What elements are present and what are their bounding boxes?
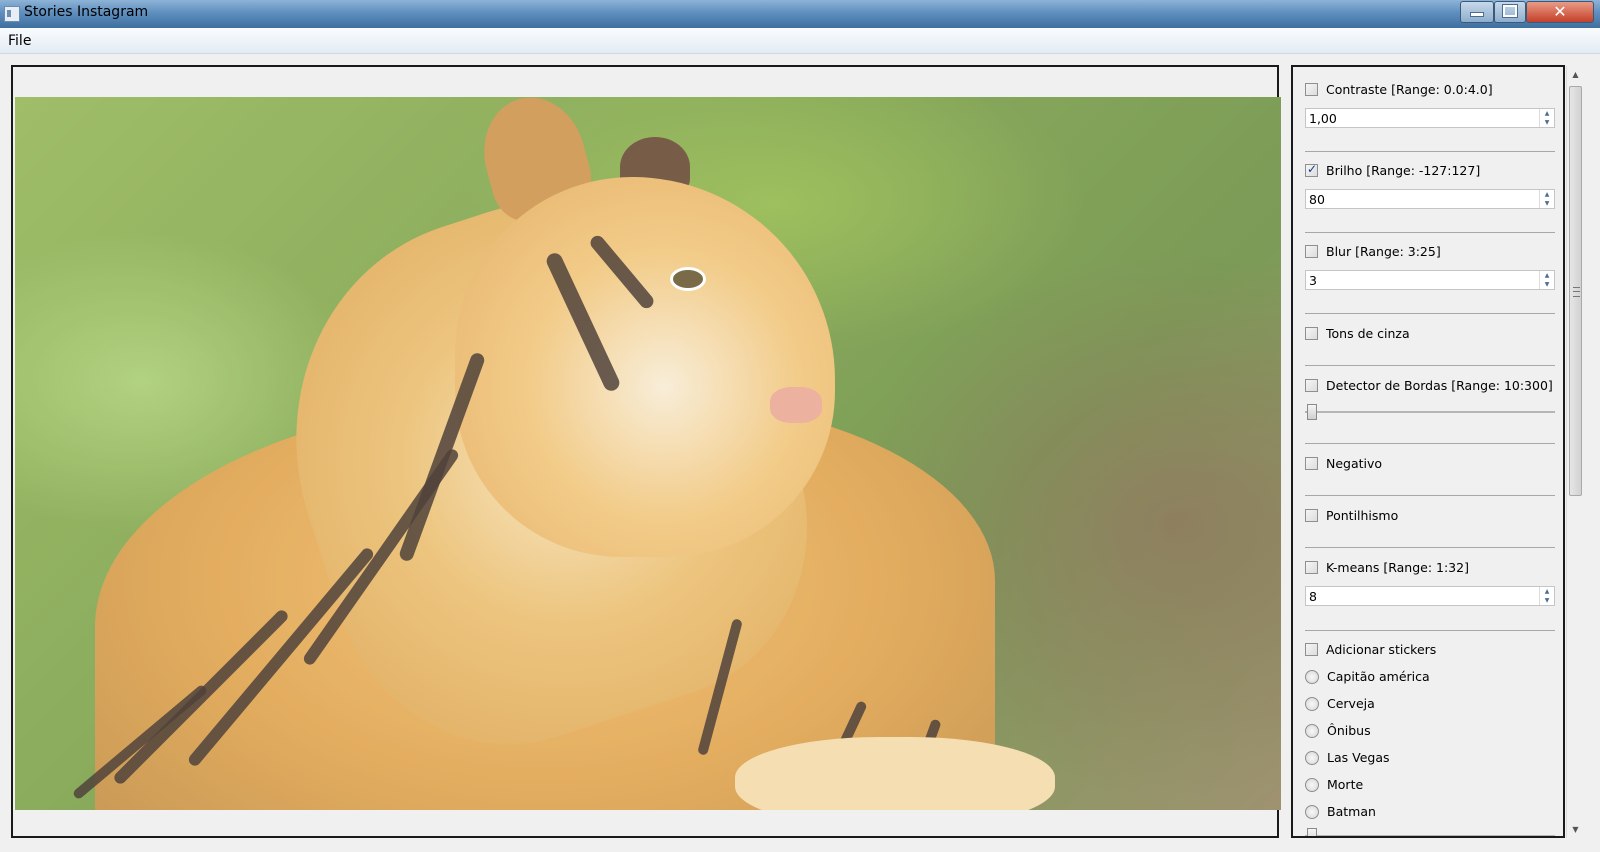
slider-handle[interactable]: [1307, 828, 1317, 836]
bordas-row[interactable]: Detector de Bordas [Range: 10:300]: [1305, 378, 1553, 393]
brilho-row[interactable]: Brilho [Range: -127:127]: [1305, 162, 1481, 178]
separator: [1305, 443, 1555, 444]
sticker-option[interactable]: Morte: [1305, 777, 1363, 792]
tons-cinza-row[interactable]: Tons de cinza: [1305, 326, 1410, 341]
sticker-option-label: Las Vegas: [1327, 750, 1390, 765]
tons-cinza-label: Tons de cinza: [1326, 326, 1410, 341]
tons-cinza-checkbox[interactable]: [1305, 327, 1318, 340]
kmeans-checkbox[interactable]: [1305, 561, 1318, 574]
menu-bar: File: [0, 28, 1600, 54]
radio-button[interactable]: [1305, 804, 1319, 819]
radio-button[interactable]: [1305, 669, 1319, 684]
close-icon: ✕: [1553, 2, 1567, 21]
spin-down-icon[interactable]: ▼: [1540, 199, 1554, 208]
panel-scrollbar[interactable]: ▲ ▼: [1566, 66, 1584, 838]
spin-up-icon[interactable]: ▲: [1540, 109, 1554, 118]
app-icon: [4, 6, 20, 22]
sticker-option-label: Capitão américa: [1327, 669, 1430, 684]
pontilhismo-row[interactable]: Pontilhismo: [1305, 508, 1398, 523]
brilho-label: Brilho [Range: -127:127]: [1326, 163, 1481, 178]
contraste-value: 1,00: [1309, 111, 1337, 126]
minimize-button[interactable]: [1460, 1, 1494, 23]
sticker-option[interactable]: Capitão américa: [1305, 669, 1430, 684]
spin-up-icon[interactable]: ▲: [1540, 271, 1554, 280]
contraste-spinbox[interactable]: 1,00 ▲ ▼: [1305, 108, 1555, 128]
kmeans-spinbox[interactable]: 8 ▲ ▼: [1305, 586, 1555, 606]
slider-handle[interactable]: [1307, 404, 1317, 420]
contraste-row[interactable]: Contraste [Range: 0.0:4.0]: [1305, 82, 1493, 97]
kmeans-value: 8: [1309, 589, 1317, 604]
maximize-button[interactable]: [1494, 1, 1526, 23]
contraste-checkbox[interactable]: [1305, 83, 1318, 96]
scroll-thumb[interactable]: [1569, 86, 1582, 496]
bordas-slider[interactable]: [1305, 402, 1555, 422]
radio-button[interactable]: [1305, 723, 1319, 738]
blur-row[interactable]: Blur [Range: 3:25]: [1305, 244, 1441, 259]
bordas-checkbox[interactable]: [1305, 379, 1318, 392]
sticker-option-label: Batman: [1327, 804, 1376, 819]
brilho-checkbox[interactable]: [1305, 162, 1318, 177]
brilho-spinbox[interactable]: 80 ▲ ▼: [1305, 189, 1555, 209]
sticker-option[interactable]: Ônibus: [1305, 723, 1371, 738]
sticker-option[interactable]: Las Vegas: [1305, 750, 1390, 765]
separator: [1305, 365, 1555, 366]
stickers-row[interactable]: Adicionar stickers: [1305, 642, 1436, 657]
blur-spinbox[interactable]: 3 ▲ ▼: [1305, 270, 1555, 290]
separator: [1305, 151, 1555, 152]
sticker-option-label: Morte: [1327, 777, 1364, 792]
tiger-photo: [15, 97, 1281, 810]
stickers-label: Adicionar stickers: [1326, 642, 1437, 657]
separator: [1305, 232, 1555, 233]
separator: [1305, 495, 1555, 496]
kmeans-label: K-means [Range: 1:32]: [1326, 560, 1469, 575]
radio-button[interactable]: [1305, 750, 1319, 765]
sticker-option-label: Ônibus: [1327, 723, 1371, 738]
maximize-icon: [1503, 5, 1517, 17]
separator: [1305, 630, 1555, 631]
brilho-value: 80: [1309, 192, 1325, 207]
pontilhismo-checkbox[interactable]: [1305, 509, 1318, 522]
sticker-option[interactable]: Batman: [1305, 804, 1376, 819]
spin-up-icon[interactable]: ▲: [1540, 190, 1554, 199]
blur-label: Blur [Range: 3:25]: [1326, 244, 1441, 259]
scroll-down-icon[interactable]: ▼: [1567, 821, 1584, 838]
negativo-row[interactable]: Negativo: [1305, 456, 1382, 471]
close-button[interactable]: ✕: [1526, 1, 1594, 23]
radio-button[interactable]: [1305, 777, 1319, 792]
sticker-slider[interactable]: [1305, 826, 1555, 836]
window-title: Stories Instagram: [24, 4, 149, 20]
contraste-label: Contraste [Range: 0.0:4.0]: [1326, 82, 1493, 97]
sticker-option-label: Cerveja: [1327, 696, 1375, 711]
menu-file[interactable]: File: [8, 33, 31, 49]
pontilhismo-label: Pontilhismo: [1326, 508, 1399, 523]
blur-value: 3: [1309, 273, 1317, 288]
image-view: [11, 65, 1281, 838]
spin-down-icon[interactable]: ▼: [1540, 118, 1554, 127]
separator: [1305, 547, 1555, 548]
scroll-up-icon[interactable]: ▲: [1567, 66, 1584, 83]
negativo-label: Negativo: [1326, 456, 1383, 471]
stickers-checkbox[interactable]: [1305, 643, 1318, 656]
sticker-option[interactable]: Cerveja: [1305, 696, 1375, 711]
title-bar: Stories Instagram ✕: [0, 0, 1600, 28]
separator: [1305, 313, 1555, 314]
spin-up-icon[interactable]: ▲: [1540, 587, 1554, 596]
bordas-label: Detector de Bordas [Range: 10:300]: [1326, 378, 1553, 393]
blur-checkbox[interactable]: [1305, 245, 1318, 258]
kmeans-row[interactable]: K-means [Range: 1:32]: [1305, 560, 1469, 575]
spin-down-icon[interactable]: ▼: [1540, 280, 1554, 289]
radio-button[interactable]: [1305, 696, 1319, 711]
spin-down-icon[interactable]: ▼: [1540, 596, 1554, 605]
minimize-icon: [1470, 12, 1484, 17]
negativo-checkbox[interactable]: [1305, 457, 1318, 470]
